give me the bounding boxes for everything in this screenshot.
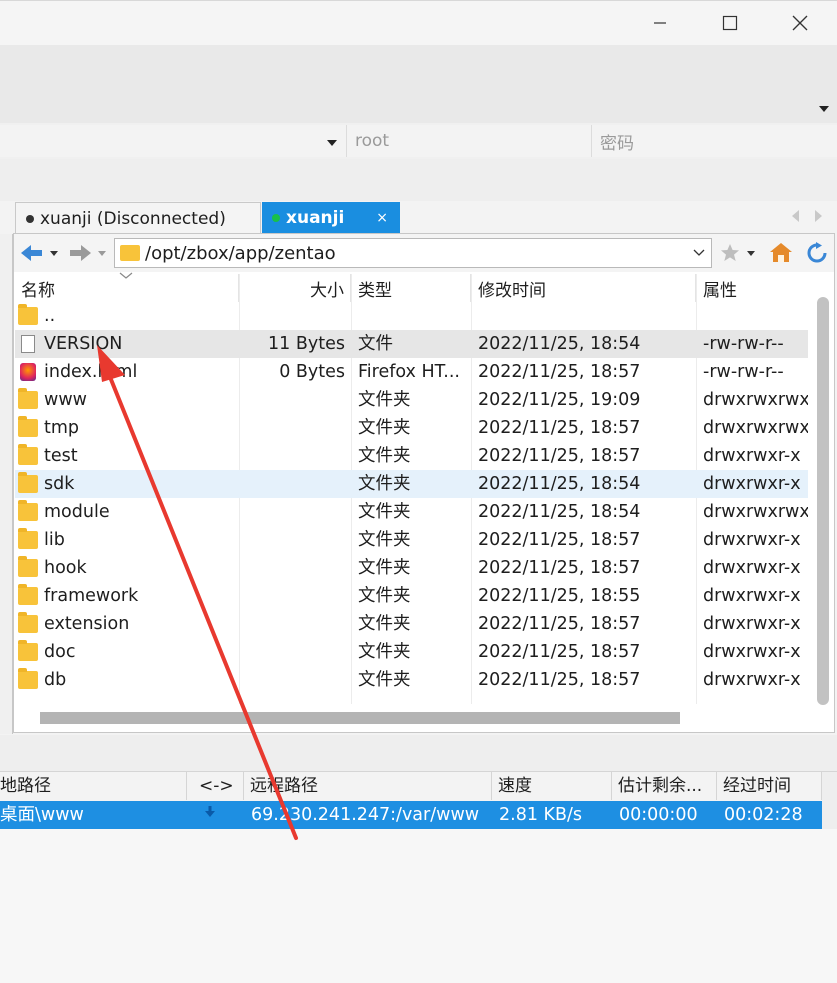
annotation-arrow bbox=[97, 345, 298, 840]
